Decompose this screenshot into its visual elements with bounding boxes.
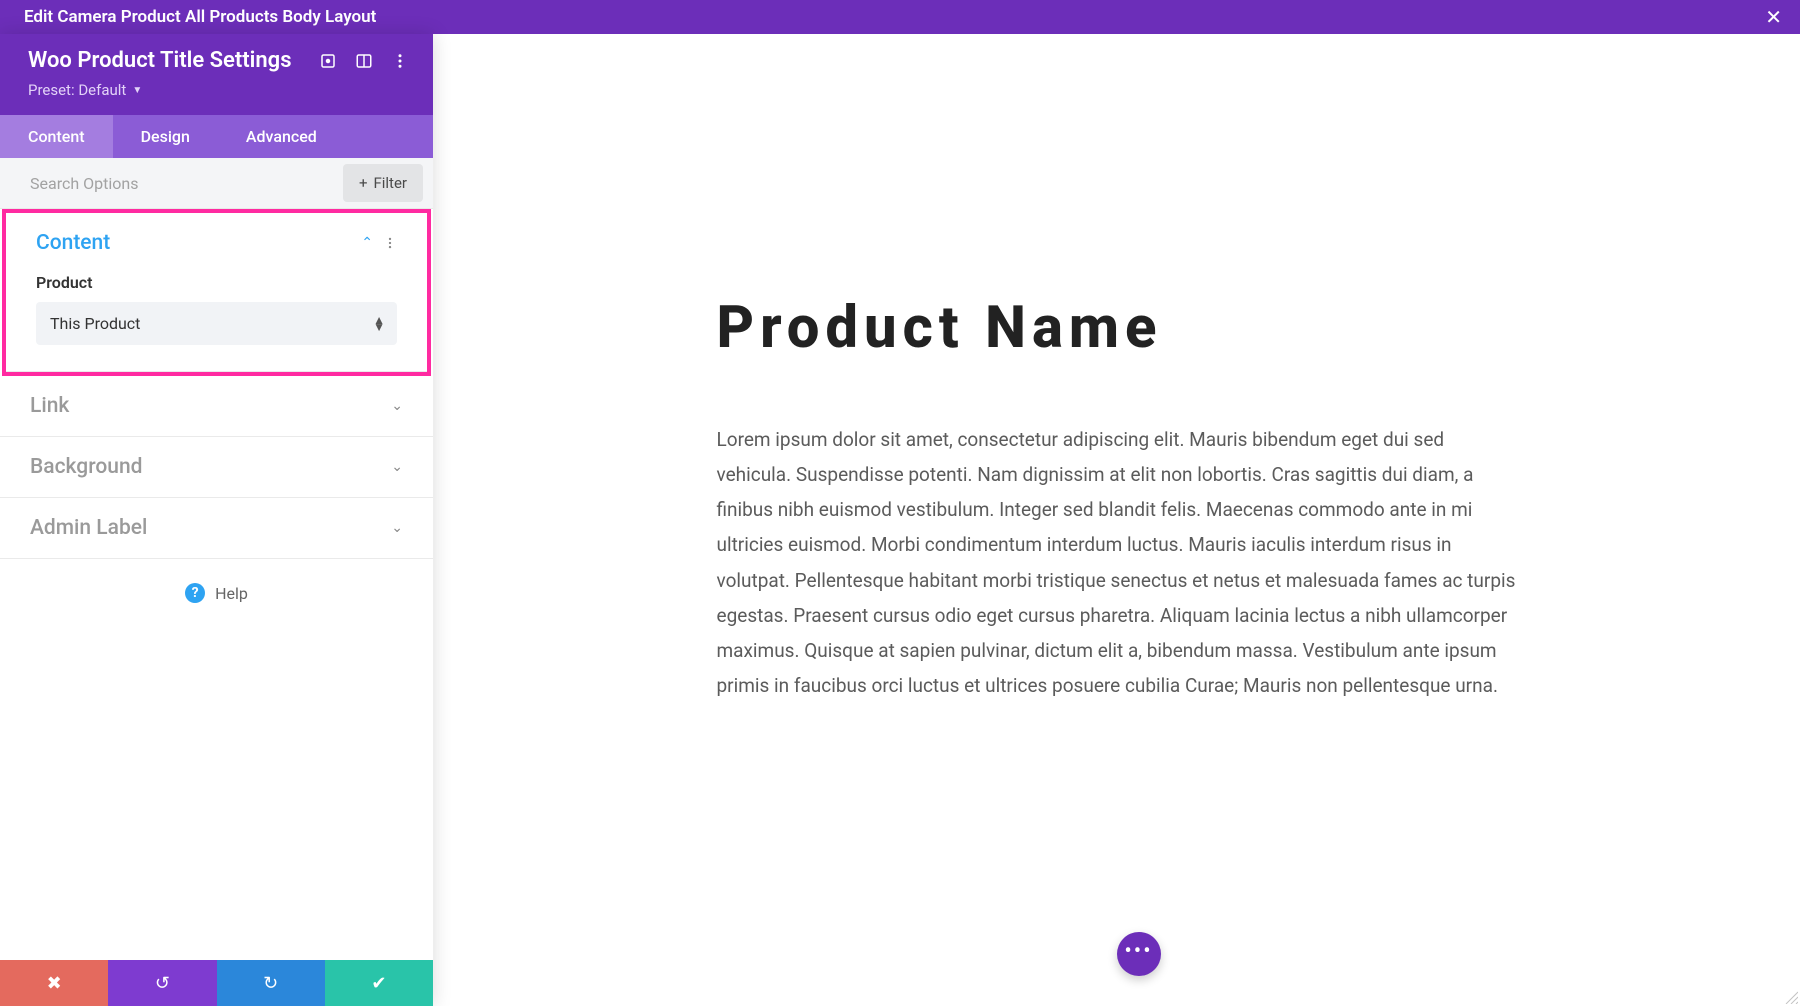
- undo-button[interactable]: ↺: [108, 960, 216, 1006]
- more-vertical-icon[interactable]: [391, 52, 409, 70]
- product-select-value: This Product: [50, 314, 140, 333]
- section-admin-label-header[interactable]: Admin Label ⌄: [0, 498, 433, 558]
- split-view-icon[interactable]: [355, 52, 373, 70]
- filter-label: Filter: [373, 174, 407, 192]
- section-background-header[interactable]: Background ⌄: [0, 437, 433, 497]
- search-row: + Filter: [0, 158, 433, 209]
- filter-button[interactable]: + Filter: [343, 164, 423, 202]
- chevron-down-icon: ⌄: [391, 520, 403, 536]
- tab-content[interactable]: Content: [0, 115, 113, 158]
- top-bar: Edit Camera Product All Products Body La…: [0, 0, 1800, 34]
- cancel-button[interactable]: ✖: [0, 960, 108, 1006]
- close-icon: ✖: [47, 973, 62, 994]
- ellipsis-icon: •••: [1124, 939, 1152, 964]
- save-button[interactable]: ✔: [325, 960, 433, 1006]
- module-title: Woo Product Title Settings: [28, 48, 301, 73]
- resize-handle-icon[interactable]: [1784, 990, 1798, 1004]
- product-select[interactable]: This Product ▲▼: [36, 302, 397, 345]
- sidebar-header: Woo Product Title Settings Preset: Defau…: [0, 34, 433, 115]
- section-content: Content ⌃ Product This Product ▲▼: [6, 213, 427, 372]
- section-content-header[interactable]: Content ⌃: [6, 213, 427, 273]
- undo-icon: ↺: [155, 973, 170, 994]
- preset-label: Preset: Default: [28, 81, 126, 99]
- more-vertical-icon[interactable]: [383, 236, 397, 250]
- section-content-body: Product This Product ▲▼: [6, 273, 427, 371]
- product-description: Lorem ipsum dolor sit amet, consectetur …: [717, 422, 1517, 703]
- chevron-up-icon: ⌃: [361, 235, 373, 251]
- help-icon: ?: [185, 583, 205, 603]
- section-background: Background ⌄: [0, 437, 433, 498]
- product-field-label: Product: [36, 273, 397, 292]
- section-admin-label-title: Admin Label: [30, 516, 147, 540]
- section-background-title: Background: [30, 455, 142, 479]
- action-bar: ✖ ↺ ↻ ✔: [0, 960, 433, 1006]
- settings-sidebar: Woo Product Title Settings Preset: Defau…: [0, 34, 433, 1006]
- expand-icon[interactable]: [319, 52, 337, 70]
- check-icon: ✔: [371, 973, 386, 994]
- page-title: Edit Camera Product All Products Body La…: [24, 7, 376, 27]
- product-name-heading: Product Name: [717, 294, 1517, 362]
- settings-tabs: Content Design Advanced: [0, 115, 433, 158]
- section-link-header[interactable]: Link ⌄: [0, 376, 433, 436]
- section-content-title: Content: [36, 231, 110, 255]
- section-link: Link ⌄: [0, 376, 433, 437]
- help-label: Help: [215, 584, 248, 603]
- caret-down-icon: ▼: [132, 85, 142, 96]
- chevron-down-icon: ⌄: [391, 459, 403, 475]
- preview-canvas: Product Name Lorem ipsum dolor sit amet,…: [433, 34, 1800, 1006]
- chevron-down-icon: ⌄: [391, 398, 403, 414]
- section-link-title: Link: [30, 394, 69, 418]
- content-section-highlight: Content ⌃ Product This Product ▲▼: [2, 209, 431, 376]
- plus-icon: +: [359, 174, 368, 192]
- preset-dropdown[interactable]: Preset: Default ▼: [28, 81, 142, 99]
- redo-icon: ↻: [263, 973, 278, 994]
- search-input[interactable]: [0, 160, 333, 207]
- close-button[interactable]: ✕: [1765, 5, 1782, 29]
- floating-action-button[interactable]: •••: [1117, 932, 1161, 976]
- section-admin-label: Admin Label ⌄: [0, 498, 433, 559]
- tab-design[interactable]: Design: [113, 115, 218, 158]
- tab-advanced[interactable]: Advanced: [218, 115, 345, 158]
- help-row[interactable]: ? Help: [0, 559, 433, 627]
- sections-list: Content ⌃ Product This Product ▲▼: [0, 209, 433, 960]
- select-arrows-icon: ▲▼: [373, 317, 385, 331]
- redo-button[interactable]: ↻: [217, 960, 325, 1006]
